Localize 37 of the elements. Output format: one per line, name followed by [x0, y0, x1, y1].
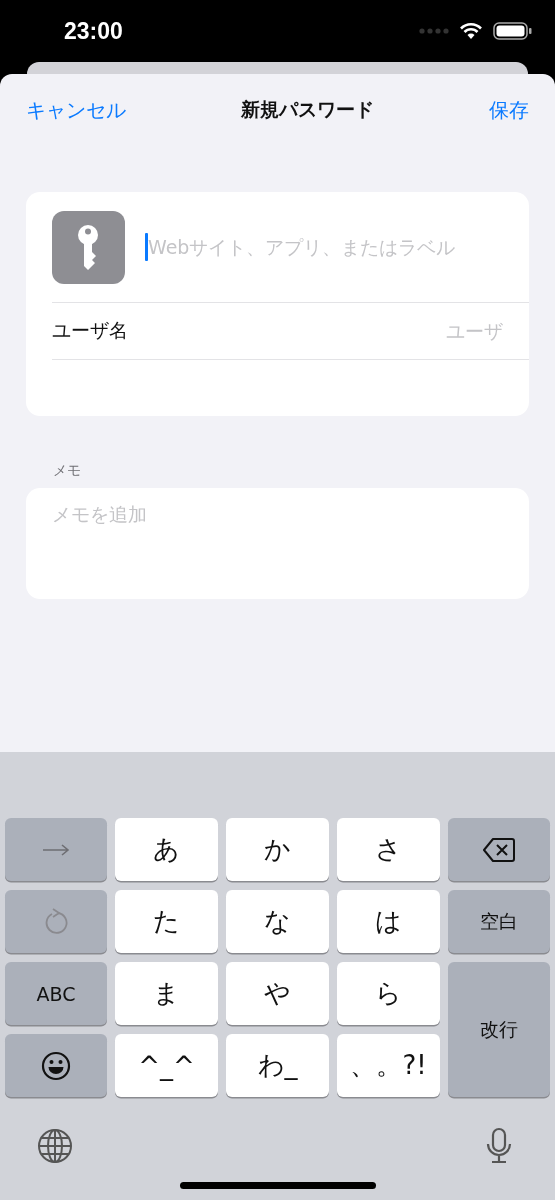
keyboard-key[interactable]: わ_	[226, 1034, 329, 1097]
microphone-icon[interactable]	[485, 1127, 513, 1165]
notes-header: メモ	[53, 462, 82, 480]
cancel-button[interactable]: キャンセル	[26, 96, 126, 124]
key-icon	[52, 210, 125, 284]
status-time: 23:00	[64, 17, 123, 45]
battery-icon	[493, 22, 533, 40]
wifi-icon	[459, 22, 483, 40]
keyboard-key[interactable]: や	[226, 962, 329, 1025]
keyboard-key[interactable]: 、。?!	[337, 1034, 440, 1097]
backspace-key[interactable]	[448, 818, 550, 881]
sheet-title: 新規パスワード	[241, 97, 374, 122]
keyboard-key[interactable]: ら	[337, 962, 440, 1025]
keyboard-key[interactable]: ま	[115, 962, 218, 1025]
keyboard-key[interactable]: た	[115, 890, 218, 953]
emoji-icon	[41, 1050, 71, 1081]
keyboard-key[interactable]: か	[226, 818, 329, 881]
undo-icon	[44, 907, 68, 936]
website-field[interactable]: Webサイト、アプリ、またはラベル	[148, 236, 529, 258]
emoji-key[interactable]	[5, 1034, 107, 1097]
username-field[interactable]: ユーザ	[128, 320, 503, 342]
notes-field[interactable]: メモを追加	[26, 488, 529, 599]
return-key[interactable]: 改行	[448, 962, 550, 1097]
text-cursor	[145, 233, 148, 261]
backspace-icon	[483, 836, 515, 863]
globe-icon[interactable]	[37, 1128, 73, 1164]
keyboard-key[interactable]: ^_^	[115, 1034, 218, 1097]
username-label: ユーザ名	[52, 318, 128, 343]
save-button[interactable]: 保存	[489, 96, 529, 124]
keyboard-key[interactable]: あ	[115, 818, 218, 881]
keyboard-key[interactable]: さ	[337, 818, 440, 881]
keyboard-key[interactable]: ABC	[5, 962, 107, 1025]
keyboard-key[interactable]: 空白	[448, 890, 550, 953]
arrow-icon	[42, 843, 70, 856]
keyboard-key[interactable]: は	[337, 890, 440, 953]
keyboard-key[interactable]: な	[226, 890, 329, 953]
signal-dots-icon	[419, 28, 449, 34]
